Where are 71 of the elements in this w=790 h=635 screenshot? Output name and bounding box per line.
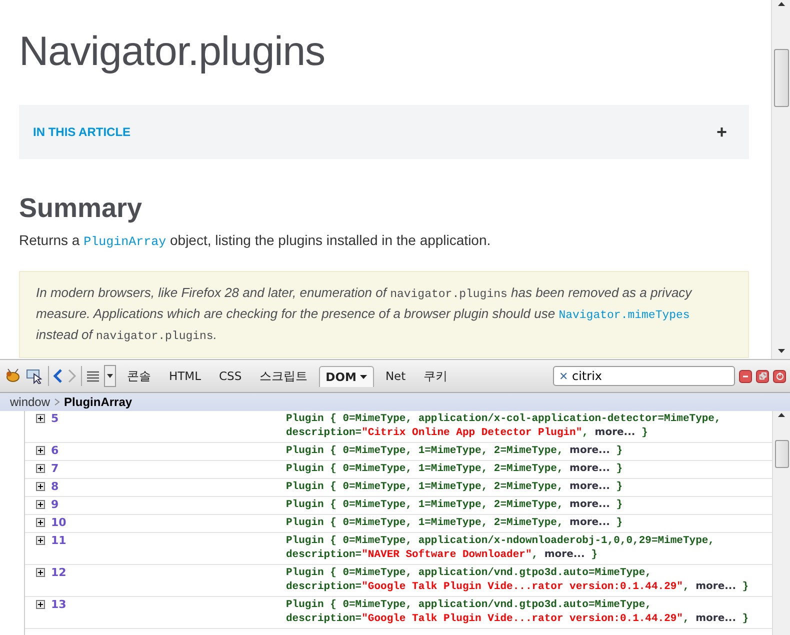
- breadcrumb-link[interactable]: window: [10, 395, 50, 409]
- search-field[interactable]: ✕ citrix: [553, 366, 735, 386]
- expand-icon[interactable]: [36, 446, 45, 455]
- close-button[interactable]: [773, 370, 786, 382]
- panel-tab[interactable]: 콘솔: [120, 364, 158, 388]
- more-link[interactable]: more...: [544, 549, 585, 560]
- minimize-button[interactable]: [739, 370, 752, 382]
- expand-icon[interactable]: [36, 518, 45, 527]
- scroll-thumb[interactable]: [774, 440, 788, 468]
- more-link[interactable]: more...: [570, 499, 610, 510]
- scrollbar[interactable]: [772, 411, 790, 635]
- property-name: 5: [51, 412, 59, 426]
- expand-icon[interactable]: [36, 414, 45, 423]
- summary-text: Returns a PluginArray object, listing the plugins installed in the application.: [19, 232, 492, 249]
- property-name: 13: [51, 598, 66, 612]
- more-link[interactable]: more...: [594, 427, 636, 438]
- property-name: 11: [51, 534, 66, 548]
- panel-tab[interactable]: HTML: [162, 365, 208, 387]
- panel-tab[interactable]: DOM: [318, 366, 374, 386]
- property-value: Plugin { 0=MimeType, application/vnd.gtpo3d.auto=MimeType, description="Google Talk Plugin Vide...rator version:0.1.44.29", more... }: [286, 598, 749, 626]
- expand-icon[interactable]: [36, 482, 45, 491]
- property-name: 7: [51, 462, 59, 476]
- scroll-thumb[interactable]: [774, 49, 788, 107]
- property-value: Plugin { 0=MimeType, application/x-ndownloaderobj-1,0,0,29=MimeType, description="NAVER Software Downloader", more... }: [286, 534, 714, 562]
- panel-tab[interactable]: Net: [378, 365, 413, 387]
- property-value: Plugin { 0=MimeType, 1=MimeType, 2=MimeType, more... }: [286, 462, 623, 476]
- panel-tab[interactable]: 쿠키: [416, 364, 455, 388]
- expand-icon[interactable]: [36, 536, 45, 545]
- more-link[interactable]: more...: [570, 517, 610, 528]
- expand-icon[interactable]: [36, 568, 45, 577]
- down-arrow-icon[interactable]: [776, 346, 786, 355]
- expand-icon[interactable]: [36, 500, 45, 509]
- property-name: 9: [51, 498, 59, 512]
- more-link[interactable]: more...: [570, 445, 610, 456]
- caret-icon: [107, 374, 113, 378]
- up-arrow-icon[interactable]: [777, 411, 786, 420]
- property-name: 10: [51, 516, 66, 530]
- property-value: Plugin { 0=MimeType, 1=MimeType, 2=MimeType, more... }: [286, 480, 623, 494]
- clear-button[interactable]: ✕: [559, 370, 568, 382]
- more-link[interactable]: more...: [696, 581, 736, 592]
- panel-tab[interactable]: 스크립트: [252, 364, 315, 388]
- inspect-icon[interactable]: [26, 368, 44, 384]
- section-heading: Summary: [19, 193, 144, 224]
- windows-icon: [758, 372, 766, 380]
- property-name: 12: [51, 566, 66, 580]
- bug-icon[interactable]: [4, 368, 22, 384]
- property-name: 6: [51, 444, 59, 458]
- more-link[interactable]: more...: [696, 613, 736, 624]
- toc-label: IN THIS ARTICLE: [33, 125, 131, 139]
- dropdown-button[interactable]: [104, 365, 116, 387]
- panel-tab[interactable]: CSS: [212, 365, 249, 387]
- breadcrumb-link[interactable]: PluginArray: [64, 395, 132, 409]
- up-arrow-icon[interactable]: [776, 0, 786, 9]
- menu-icon[interactable]: [86, 370, 100, 382]
- property-value: Plugin { 0=MimeType, 1=MimeType, 2=MimeType, more... }: [286, 498, 623, 512]
- more-link[interactable]: more...: [570, 463, 610, 474]
- more-link[interactable]: more...: [570, 481, 610, 492]
- property-value: Plugin { 0=MimeType, 1=MimeType, 2=MimeType, more... }: [286, 444, 623, 458]
- expand-icon[interactable]: [36, 600, 45, 609]
- expand-button[interactable]: +: [716, 122, 727, 142]
- back-icon[interactable]: [53, 369, 63, 383]
- property-value: Plugin { 0=MimeType, application/vnd.gtpo3d.auto=MimeType, description="Google Talk Plugin Vide...rator version:0.1.44.29", more... }: [286, 566, 749, 594]
- scrollbar[interactable]: [771, 0, 790, 359]
- chevron-icon: [54, 398, 60, 406]
- property-value: Plugin { 0=MimeType, 1=MimeType, 2=MimeType, more... }: [286, 516, 623, 530]
- property-name: 8: [51, 480, 59, 494]
- page-title: Navigator.plugins: [19, 28, 326, 75]
- detach-button[interactable]: [756, 370, 769, 382]
- power-icon: [776, 372, 784, 380]
- property-value: Plugin { 0=MimeType, application/x-col-application-detector=MimeType, description="Citrix Online App Detector Plugin", more... }: [286, 412, 721, 440]
- expand-icon[interactable]: [36, 464, 45, 473]
